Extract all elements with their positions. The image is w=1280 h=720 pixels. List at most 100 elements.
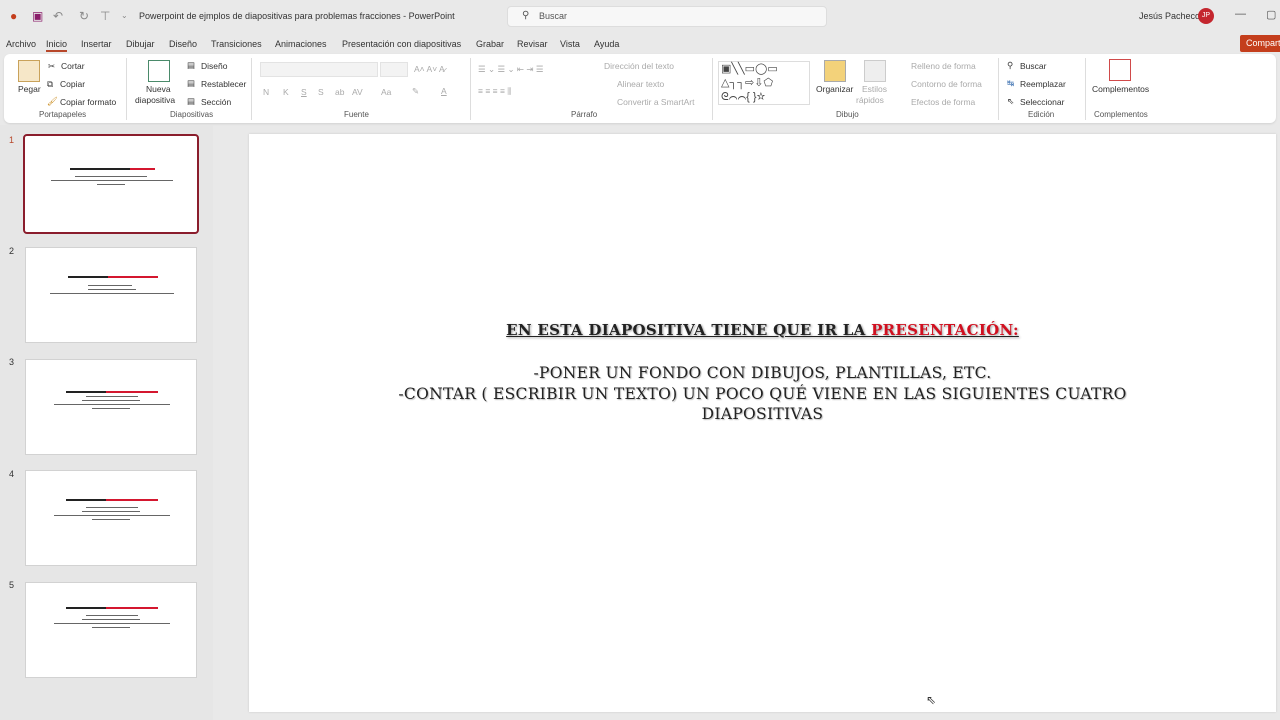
section-button[interactable]: Sección [201, 97, 231, 107]
bold-button[interactable]: N [263, 87, 269, 97]
format-painter-button[interactable]: Copiar formato [60, 97, 116, 107]
font-family-select[interactable] [260, 62, 378, 77]
select-button[interactable]: Seleccionar [1020, 97, 1064, 107]
user-name: Jesús Pacheco [1139, 11, 1201, 21]
slide-body-line-2[interactable]: -Contar ( escribir un texto) un poco qué… [249, 385, 1276, 403]
cut-button[interactable]: Cortar [61, 61, 85, 71]
cut-icon: ✂ [48, 61, 56, 71]
tab-inicio[interactable]: Inicio [46, 39, 68, 52]
tab-ayuda[interactable]: Ayuda [594, 39, 619, 49]
replace-icon: ↹ [1007, 78, 1015, 88]
replace-button[interactable]: Reemplazar [1020, 79, 1066, 89]
tab-revisar[interactable]: Revisar [517, 39, 548, 49]
quick-styles-label-2[interactable]: rápidos [856, 95, 884, 105]
reset-button[interactable]: Restablecer [201, 79, 246, 89]
slide-body-line-1[interactable]: -Poner un fondo con dibujos, plantillas,… [249, 364, 1276, 382]
text-direction-button[interactable]: Dirección del texto [604, 61, 674, 71]
slide-thumbnail-5[interactable] [25, 582, 197, 678]
shadow-button[interactable]: S [318, 87, 324, 97]
avatar[interactable]: JP [1198, 8, 1214, 24]
slide-canvas[interactable]: En esta diapositiva tiene que ir la pres… [249, 134, 1276, 712]
shape-outline-button[interactable]: Contorno de forma [911, 79, 982, 89]
align-icons[interactable]: ≡ ≡ ≡ ≡ ⫼ [478, 86, 511, 97]
title-bar: ● ▣ ↶ ↻ ⊤ ⌄ Powerpoint de ejmplos de dia… [0, 0, 1280, 32]
share-button[interactable]: Compartir [1240, 35, 1280, 52]
find-icon: ⚲ [1007, 60, 1014, 70]
slide-thumbnail-1[interactable] [23, 134, 199, 234]
underline-button[interactable]: S [301, 87, 307, 97]
powerpoint-logo-icon: ● [10, 9, 18, 23]
slide-thumbnail-4[interactable] [25, 470, 197, 566]
save-icon[interactable]: ▣ [32, 9, 43, 23]
restore-icon[interactable]: ▢ [1266, 8, 1276, 21]
layout-button[interactable]: Diseño [201, 61, 227, 71]
quick-styles-label-1[interactable]: Estilos [862, 84, 887, 94]
slide-body-line-3[interactable]: diapositivas [249, 405, 1276, 423]
tab-archivo[interactable]: Archivo [6, 39, 36, 49]
undo-icon[interactable]: ↶ [53, 9, 63, 23]
new-slide-label-1[interactable]: Nueva [146, 84, 171, 94]
customize-qat-icon[interactable]: ⌄ [121, 11, 128, 20]
tab-dibujar[interactable]: Dibujar [126, 39, 155, 49]
arrange-icon[interactable] [824, 60, 846, 82]
group-label-portapapeles: Portapapeles [39, 110, 87, 119]
tab-diseno[interactable]: Diseño [169, 39, 197, 49]
slide-number: 5 [9, 580, 15, 590]
shape-fill-button[interactable]: Relleno de forma [911, 61, 976, 71]
search-icon: ⚲ [522, 10, 530, 21]
search-placeholder: Buscar [539, 11, 568, 21]
present-icon[interactable]: ⊤ [100, 9, 110, 23]
tab-grabar[interactable]: Grabar [476, 39, 504, 49]
new-slide-label-2[interactable]: diapositiva [135, 95, 175, 105]
tab-presentacion[interactable]: Presentación con diapositivas [342, 39, 461, 49]
format-painter-icon: 🖌 [47, 96, 58, 106]
minimize-icon[interactable]: — [1235, 8, 1246, 20]
slide-thumbnail-2[interactable] [25, 247, 197, 343]
font-size-select[interactable] [380, 62, 408, 77]
font-color-icon[interactable]: A [441, 86, 447, 96]
smartart-button[interactable]: Convertir a SmartArt [617, 97, 694, 107]
search-input[interactable]: ⚲ Buscar [507, 6, 827, 27]
italic-button[interactable]: K [283, 87, 289, 97]
paste-icon[interactable] [18, 60, 40, 82]
grow-font-icon[interactable]: A˄ A˅ A̷ [414, 64, 445, 74]
ribbon-tabs: Archivo Inicio Insertar Dibujar Diseño T… [0, 36, 1240, 52]
highlight-icon[interactable]: ✎ [412, 86, 419, 97]
redo-icon[interactable]: ↻ [79, 9, 89, 23]
shape-effects-button[interactable]: Efectos de forma [911, 97, 975, 107]
copy-button[interactable]: Copiar [60, 79, 85, 89]
bullets-icon[interactable]: ☰ ⌄ ☰ ⌄ ⇤ ⇥ ☰ [478, 64, 544, 75]
slide-number: 2 [9, 246, 15, 256]
select-icon: ⇖ [1007, 96, 1015, 106]
section-icon: ▤ [187, 96, 196, 106]
tab-animaciones[interactable]: Animaciones [275, 39, 327, 49]
group-label-parrafo: Párrafo [571, 110, 598, 119]
slide-title[interactable]: En esta diapositiva tiene que ir la pres… [249, 321, 1276, 339]
arrange-button[interactable]: Organizar [816, 84, 853, 94]
new-slide-icon[interactable] [148, 60, 170, 82]
tab-transiciones[interactable]: Transiciones [211, 39, 262, 49]
add-ins-button[interactable]: Complementos [1092, 84, 1149, 94]
slide-number: 4 [9, 469, 15, 479]
shapes-gallery[interactable]: ▣╲╲▭◯▭ △┐┐⇨⇩⬠ ᘓ⌒⌒{ }☆ [718, 61, 810, 105]
strikethrough-button[interactable]: ab [335, 87, 344, 97]
align-text-button[interactable]: Alinear texto [617, 79, 664, 89]
copy-icon: ⧉ [47, 79, 54, 89]
group-label-edicion: Edición [1028, 110, 1055, 119]
spacing-button[interactable]: AV [352, 87, 363, 97]
quick-styles-icon[interactable] [864, 60, 886, 82]
tab-vista[interactable]: Vista [560, 39, 580, 49]
slide-number: 3 [9, 357, 15, 367]
group-label-complementos: Complementos [1094, 110, 1148, 119]
add-ins-icon[interactable] [1109, 59, 1131, 81]
tab-insertar[interactable]: Insertar [81, 39, 112, 49]
paste-button[interactable]: Pegar [18, 84, 41, 94]
share-label: Compartir [1246, 38, 1280, 48]
document-title: Powerpoint de ejmplos de diapositivas pa… [139, 11, 455, 21]
group-label-diapositivas: Diapositivas [170, 110, 214, 119]
reset-icon: ▤ [187, 78, 196, 88]
slide-thumbnail-3[interactable] [25, 359, 197, 455]
group-label-dibujo: Dibujo [836, 110, 859, 119]
change-case-button[interactable]: Aa [381, 87, 391, 97]
find-button[interactable]: Buscar [1020, 61, 1046, 71]
